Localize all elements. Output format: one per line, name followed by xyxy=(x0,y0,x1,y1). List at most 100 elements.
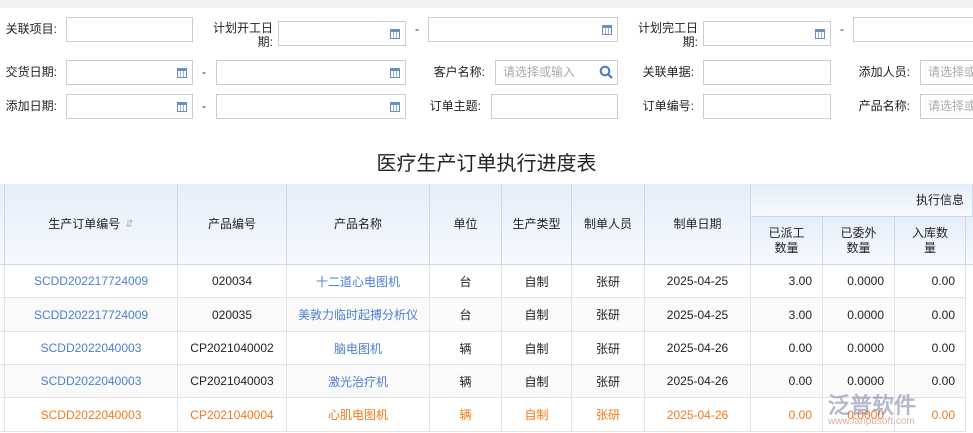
plan-start-from-input[interactable] xyxy=(278,21,406,46)
calendar-icon[interactable] xyxy=(390,29,400,39)
calendar-icon[interactable] xyxy=(602,25,612,35)
cell-outsourced-qty: 0.0000 xyxy=(823,298,895,332)
label-related-project: 关联项目: xyxy=(5,22,57,36)
cell-production-type: 自制 xyxy=(502,298,572,332)
header-label: 入库数量 xyxy=(911,225,948,255)
plan-start-to-input[interactable] xyxy=(428,17,618,42)
cell-dispatched-qty: 3.00 xyxy=(751,265,823,298)
cell-order-no[interactable]: SCDD202217724009 xyxy=(5,298,178,332)
cell-creator: 张研 xyxy=(572,265,645,298)
label-related-doc: 关联单据: xyxy=(642,65,694,79)
cell-order-no[interactable]: SCDD202217724009 xyxy=(5,265,178,298)
header-label: 已委外数量 xyxy=(840,225,877,255)
header-label: 制单人员 xyxy=(583,216,632,231)
added-by-input[interactable]: 请选择或输入 xyxy=(920,60,973,85)
cell-dispatched-qty: 0.00 xyxy=(751,365,823,398)
delivery-to-input[interactable] xyxy=(216,60,406,85)
cell-outsourced-qty: 0.0000 xyxy=(823,332,895,365)
cell-creator: 张研 xyxy=(572,332,645,365)
header-unit[interactable]: 单位 xyxy=(430,184,502,265)
cell-dispatched-qty: 0.00 xyxy=(751,398,823,432)
cell-product-code: CP2021040004 xyxy=(178,398,287,432)
page-title: 医疗生产订单执行进度表 xyxy=(376,153,597,175)
delivery-from-input[interactable] xyxy=(66,60,193,85)
cell-create-date: 2025-04-26 xyxy=(645,332,751,365)
order-subject-input[interactable] xyxy=(491,94,618,119)
header-label: 制单日期 xyxy=(673,216,722,231)
header-product-name[interactable]: 产品名称 xyxy=(287,184,430,265)
header-outsourced-qty[interactable]: 已委外数量 xyxy=(823,217,895,265)
cell-product-name[interactable]: 脑电图机 xyxy=(287,332,430,365)
calendar-icon[interactable] xyxy=(177,102,187,112)
cell-product-code: CP2021040003 xyxy=(178,365,287,398)
cell-product-name[interactable]: 十二道心电图机 xyxy=(287,265,430,298)
cell-production-type: 自制 xyxy=(502,332,572,365)
plan-end-from-input[interactable] xyxy=(703,21,831,46)
cell-product-code: CP2021040002 xyxy=(178,332,287,365)
header-stock-in-qty[interactable]: 入库数量 xyxy=(895,217,966,265)
calendar-icon[interactable] xyxy=(390,68,400,78)
cell-create-date: 2025-04-26 xyxy=(645,365,751,398)
label-order-no: 订单编号: xyxy=(642,99,694,113)
product-name-input[interactable]: 请选择或输入 xyxy=(920,94,973,119)
cell-stock-in-qty: 0.00 xyxy=(895,298,966,332)
label-added-date: 添加日期: xyxy=(5,99,57,113)
customer-input[interactable]: 请选择或输入 xyxy=(495,60,618,85)
header-create-date[interactable]: 制单日期 xyxy=(645,184,751,265)
cell-unit: 台 xyxy=(430,298,502,332)
cell-unit: 台 xyxy=(430,265,502,298)
range-dash: - xyxy=(840,22,844,36)
header-creator[interactable]: 制单人员 xyxy=(572,184,645,265)
cell-unit: 辆 xyxy=(430,365,502,398)
related-project-input[interactable] xyxy=(66,17,193,42)
top-bar xyxy=(0,0,973,8)
cell-create-date: 2025-04-25 xyxy=(645,265,751,298)
cell-create-date: 2025-04-25 xyxy=(645,298,751,332)
cell-create-date: 2025-04-26 xyxy=(645,398,751,432)
header-label: 生产类型 xyxy=(512,216,561,231)
search-icon[interactable] xyxy=(599,65,613,79)
calendar-icon[interactable] xyxy=(390,102,400,112)
cell-dispatched-qty: 0.00 xyxy=(751,332,823,365)
label-added-by: 添加人员: xyxy=(858,65,910,79)
plan-end-to-input[interactable] xyxy=(853,17,973,42)
cell-order-no[interactable]: SCDD2022040003 xyxy=(5,332,178,365)
cell-creator: 张研 xyxy=(572,365,645,398)
header-production-type[interactable]: 生产类型 xyxy=(502,184,572,265)
cell-product-name[interactable]: 激光治疗机 xyxy=(287,365,430,398)
related-doc-input[interactable] xyxy=(703,60,831,85)
order-no-input[interactable] xyxy=(703,94,831,119)
calendar-icon[interactable] xyxy=(177,68,187,78)
header-dispatched-qty[interactable]: 已派工数量 xyxy=(751,217,823,265)
cell-dispatched-qty: 3.00 xyxy=(751,298,823,332)
calendar-icon[interactable] xyxy=(815,29,825,39)
added-date-from-input[interactable] xyxy=(66,94,193,119)
added-by-placeholder: 请选择或输入 xyxy=(928,65,973,79)
header-group-execution: 执行信息 xyxy=(751,184,973,217)
cell-unit: 辆 xyxy=(430,398,502,432)
header-order-no[interactable]: 生产订单编号 ⇵ xyxy=(5,184,178,265)
header-label: 生产订单编号 xyxy=(48,216,121,231)
cell-product-name[interactable]: 心肌电图机 xyxy=(287,398,430,432)
range-dash: - xyxy=(202,99,206,113)
label-customer: 客户名称: xyxy=(433,65,485,79)
customer-placeholder: 请选择或输入 xyxy=(503,65,576,79)
sort-icon[interactable]: ⇵ xyxy=(125,217,133,232)
cell-order-no[interactable]: SCDD2022040003 xyxy=(5,398,178,432)
cell-product-code: 020034 xyxy=(178,265,287,298)
cell-product-name[interactable]: 美敦力临时起搏分析仪 xyxy=(287,298,430,332)
cell-order-no[interactable]: SCDD2022040003 xyxy=(5,365,178,398)
range-dash: - xyxy=(415,22,419,36)
label-product-name: 产品名称: xyxy=(858,99,910,113)
added-date-to-input[interactable] xyxy=(216,94,406,119)
cell-creator: 张研 xyxy=(572,298,645,332)
cell-creator: 张研 xyxy=(572,398,645,432)
cell-unit: 辆 xyxy=(430,332,502,365)
header-product-code[interactable]: 产品编号 xyxy=(178,184,287,265)
header-label: 产品编号 xyxy=(207,216,256,231)
cell-outsourced-qty: 0.0000 xyxy=(823,265,895,298)
cell-stock-in-qty: 0.00 xyxy=(895,265,966,298)
cell-production-type: 自制 xyxy=(502,398,572,432)
watermark-logo: 泛普软件 www.fanpusoft.com xyxy=(828,393,917,427)
cell-production-type: 自制 xyxy=(502,265,572,298)
